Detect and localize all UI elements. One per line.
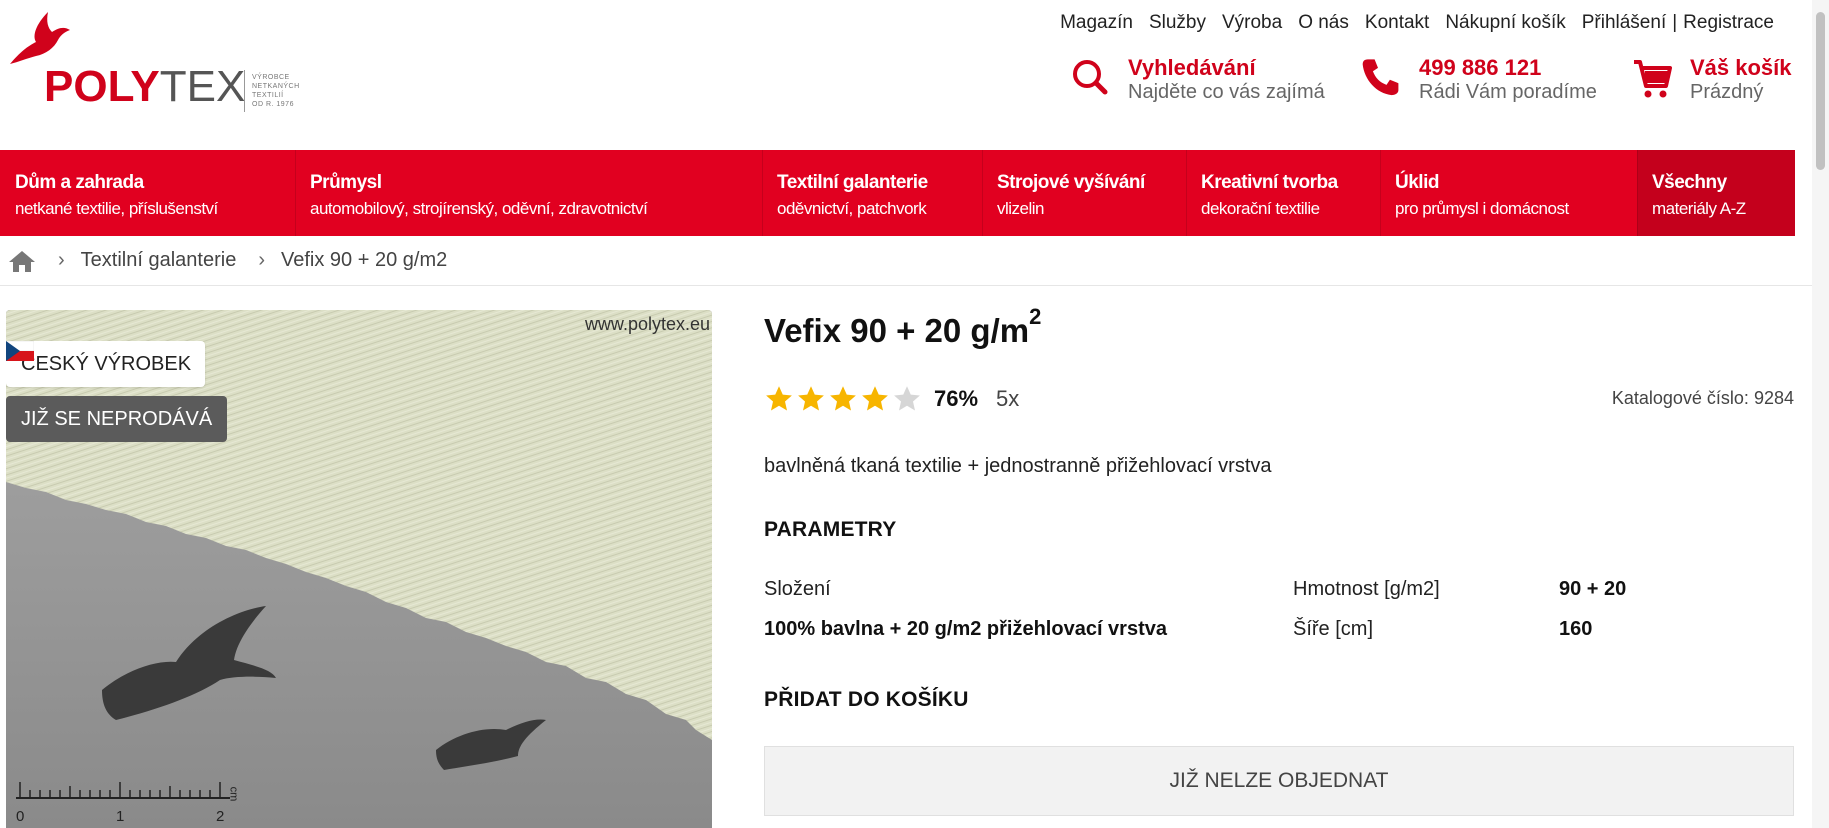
star-icon [766,386,792,411]
category-subtitle: pro průmysl i domácnost [1395,199,1569,218]
topnav-nakupni-kosik[interactable]: Nákupní košík [1445,12,1565,34]
category-textilni-galanterie[interactable]: Textilní galanterie oděvnictví, patchvor… [762,150,982,236]
topnav-o-nas[interactable]: O nás [1298,12,1349,34]
category-subtitle: oděvnictví, patchvork [777,199,927,218]
param-weight-value: 90 + 20 [1559,578,1627,600]
czech-flag-icon [6,341,34,361]
star-icon [862,386,888,411]
param-composition-value: 100% bavlna + 20 g/m2 přižehlovací vrstv… [764,618,1167,640]
rating-stars [764,384,922,414]
chevron-right-icon: › [58,249,65,271]
topnav-sluzby[interactable]: Služby [1149,12,1206,34]
ruler-labels: 0 1 2 [14,808,244,828]
catalog-number: Katalogové číslo: 9284 [1611,388,1794,408]
category-title: Úklid [1395,172,1439,193]
category-title: Kreativní tvorba [1201,172,1338,193]
logo-divider [244,70,245,112]
parameters-heading: PARAMETRY [764,518,897,541]
category-uklid[interactable]: Úklid pro průmysl i domácnost [1380,150,1637,236]
order-unavailable-button[interactable]: JIŽ NELZE OBJEDNAT [764,746,1794,816]
topnav-kontakt[interactable]: Kontakt [1365,12,1429,34]
product-image[interactable]: 0 1 2 cm www.polytex.eu ČESKÝ VÝROBEK JI… [6,310,712,828]
czech-product-badge: ČESKÝ VÝROBEK [6,341,206,387]
category-subtitle: materiály A-Z [1652,199,1746,218]
logo-wordmark: POLYTEX [44,62,246,111]
search-icon [1073,60,1108,95]
polytex-logo[interactable]: POLYTEX VÝROBCE NETKANÝCH TEXTILIÍ OD R.… [6,6,306,116]
topnav-prihlaseni[interactable]: Přihlášení [1582,12,1667,34]
cart-icon [1634,60,1672,98]
category-title: Všechny [1652,172,1727,193]
category-kreativni-tvorba[interactable]: Kreativní tvorba dekorační textilie [1186,150,1380,236]
category-title: Dům a zahrada [15,172,144,193]
param-width-label: Šíře [cm] [1293,618,1374,640]
star-icon [798,386,824,411]
badge-origin-label: ČESKÝ VÝROBEK [21,352,192,375]
topnav-separator: | [1672,12,1678,33]
home-icon[interactable] [8,249,36,273]
category-subtitle: netkané textilie, příslušenství [15,199,218,218]
category-title: Textilní galanterie [777,172,928,193]
chevron-right-icon: › [258,249,265,271]
add-to-cart-heading: PŘIDAT DO KOŠÍKU [764,688,969,711]
scrollbar-thumb[interactable] [1816,12,1825,170]
category-subtitle: dekorační textilie [1201,199,1320,218]
product-title: Vefix 90 + 20 g/m2 [764,304,1042,349]
rating-count: 5x [996,386,1020,411]
cart-title: Váš košík [1690,55,1792,80]
breadcrumb-item-current: Vefix 90 + 20 g/m2 [281,249,448,271]
category-subtitle: vlizelin [997,199,1045,218]
rating-percent: 76% [934,386,979,411]
param-width-value: 160 [1559,618,1593,640]
phone-subtitle: Rádi Vám poradíme [1419,81,1597,103]
topnav-registrace[interactable]: Registrace [1683,12,1774,34]
param-composition-label: Složení [764,578,831,600]
breadcrumb: › Textilní galanterie › Vefix 90 + 20 g/… [0,236,1812,286]
header-phone[interactable]: 499 886 121 Rádi Vám poradíme [1361,56,1597,106]
fabric-photo [6,310,712,828]
page-scrollbar[interactable] [1812,0,1829,828]
category-title: Strojové vyšívání [997,172,1145,193]
param-weight-label: Hmotnost [g/m2] [1293,578,1440,600]
cart-status: Prázdný [1690,81,1764,103]
product-rating[interactable]: 76% 5x [764,384,1019,414]
image-watermark: www.polytex.eu [584,314,710,334]
breadcrumb-item-category[interactable]: Textilní galanterie [81,249,237,272]
ruler-unit: cm [227,786,240,802]
ruler-label-0: 0 [16,808,25,825]
category-title: Průmysl [310,172,382,193]
phone-icon [1362,59,1399,96]
phone-number: 499 886 121 [1419,55,1542,80]
category-vsechny[interactable]: Všechny materiály A-Z [1637,150,1795,236]
product-description: bavlněná tkaná textilie + jednostranně p… [764,455,1272,477]
search-subtitle: Najděte co vás zajímá [1128,81,1325,103]
search-title: Vyhledávání [1128,55,1256,80]
category-navigation: Dům a zahrada netkané textilie, přísluše… [0,150,1795,236]
category-strojove-vysivani[interactable]: Strojové vyšívání vlizelin [982,150,1186,236]
topnav-vyroba[interactable]: Výroba [1222,12,1282,34]
category-prumysl[interactable]: Průmysl automobilový, strojírenský, oděv… [295,150,762,236]
category-dum-a-zahrada[interactable]: Dům a zahrada netkané textilie, přísluše… [0,150,295,236]
ruler-label-2: 2 [216,808,225,825]
topnav-magazin[interactable]: Magazín [1060,12,1133,34]
star-icon [830,386,856,411]
category-subtitle: automobilový, strojírenský, oděvní, zdra… [310,199,648,218]
logo-tagline: VÝROBCE NETKANÝCH TEXTILIÍ OD R. 1976 [252,74,300,108]
ruler-label-1: 1 [116,808,125,825]
header-search[interactable]: Vyhledávání Najděte co vás zajímá [1070,56,1325,106]
star-empty-icon [894,386,920,411]
discontinued-badge: JIŽ SE NEPRODÁVÁ [6,396,228,442]
header-cart[interactable]: Váš košík Prázdný [1632,56,1792,106]
top-navigation: Magazín Služby Výroba O nás Kontakt Náku… [1060,12,1774,34]
site-header: POLYTEX VÝROBCE NETKANÝCH TEXTILIÍ OD R.… [0,0,1812,150]
